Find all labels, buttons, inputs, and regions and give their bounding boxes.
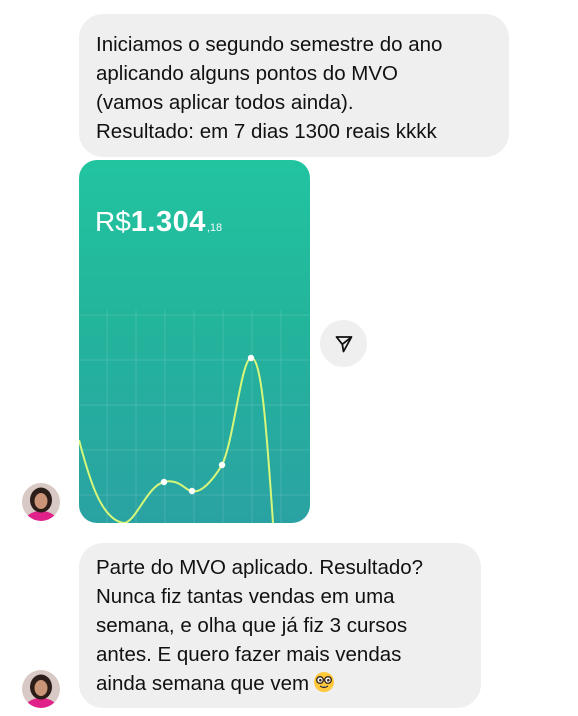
chart-point — [247, 354, 255, 362]
avatar-image — [22, 670, 60, 708]
amount-value: 1.304 — [130, 206, 206, 238]
chart-points — [160, 354, 255, 495]
message-bubble[interactable]: Parte do MVO aplicado. Resultado? Nunca … — [79, 543, 481, 708]
chart-point — [160, 478, 168, 486]
chart-point — [218, 461, 226, 469]
amount-cents: ,18 — [206, 222, 223, 234]
sales-image-card[interactable]: R$1.304,18 — [79, 160, 310, 523]
message-text-content: Parte do MVO aplicado. Resultado? Nunca … — [96, 556, 424, 695]
message-text: Parte do MVO aplicado. Resultado? Nunca … — [96, 553, 467, 698]
avatar[interactable] — [22, 670, 60, 708]
avatar-image — [22, 483, 60, 521]
message-bubble[interactable]: Iniciamos o segundo semestre do ano apli… — [79, 14, 509, 157]
nerd-face-emoji-icon — [314, 672, 335, 692]
sales-amount: R$1.304,18 — [95, 206, 222, 239]
chart-point — [188, 487, 196, 495]
currency-symbol: R$ — [95, 206, 131, 237]
chat-thread: Iniciamos o segundo semestre do ano apli… — [0, 0, 578, 716]
sales-trend-line — [79, 357, 274, 523]
avatar[interactable] — [22, 483, 60, 521]
message-text: Iniciamos o segundo semestre do ano apli… — [96, 33, 443, 143]
share-button[interactable] — [320, 320, 367, 367]
paper-plane-icon — [335, 335, 352, 352]
